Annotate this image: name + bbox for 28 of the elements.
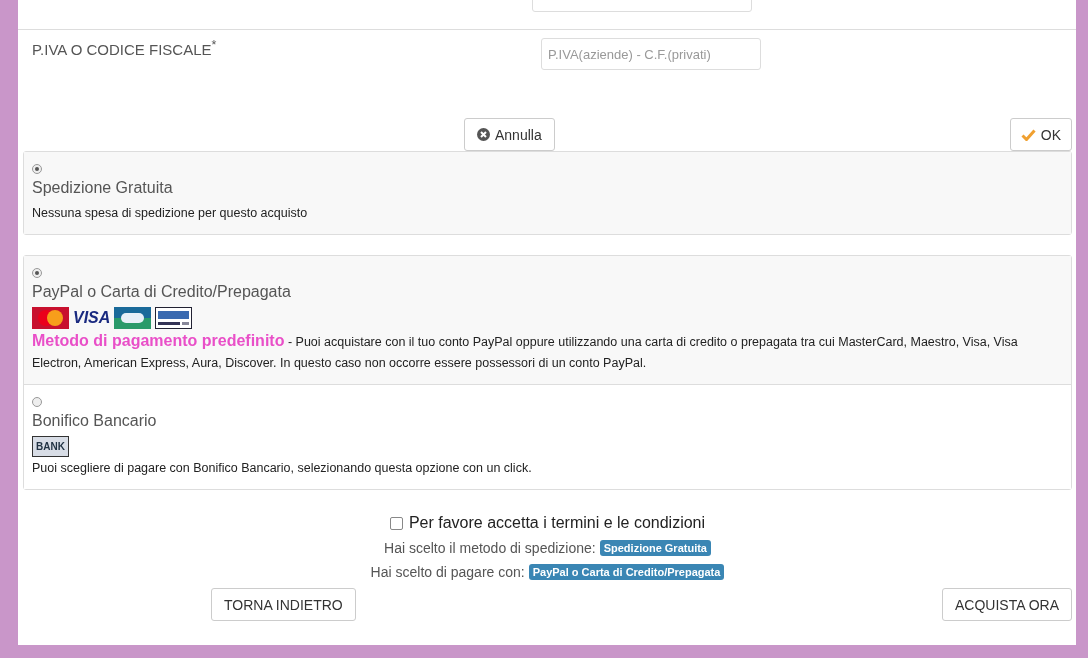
radio-button[interactable] <box>32 268 42 278</box>
back-button[interactable]: TORNA INDIETRO <box>211 588 356 621</box>
buy-button[interactable]: ACQUISTA ORA <box>942 588 1072 621</box>
option-title: Bonifico Bancario <box>32 412 158 430</box>
input-field[interactable]: P.IVA(aziende) - C.F.(privati) <box>541 38 761 70</box>
terms-label: Per favore accetta i termini e le condizioni <box>408 514 706 532</box>
visa-logo: VISA <box>73 309 110 327</box>
summary-label: Hai scelto il metodo di spedizione: <box>384 539 596 556</box>
cancel-button[interactable]: Annulla <box>464 118 555 151</box>
field-label: P.IVA O CODICE FISCALE$^{*}$ <box>31 38 218 58</box>
close-icon <box>477 128 490 141</box>
summary-label: Hai scelto di pagare con: <box>370 563 525 580</box>
option-title: Spedizione Gratuita <box>32 179 174 197</box>
paypal-icon <box>155 307 192 329</box>
option-description: Nessuna spesa di spedizione per questo acquisto <box>32 205 309 222</box>
option-title: PayPal o Carta di Credito/Prepagata <box>32 283 292 301</box>
checkbox[interactable] <box>389 516 403 530</box>
option-description: Puoi scegliere di pagare con Bonifico Bancario, selezionando questa opzione con un click. <box>32 460 533 477</box>
summary-badge: PayPal o Carta di Credito/Prepagata <box>528 563 725 580</box>
bank-logo: BANK <box>32 436 69 457</box>
summary-badge: Spedizione Gratuita <box>599 539 711 556</box>
card-icon <box>114 307 151 329</box>
radio-button[interactable] <box>32 397 42 407</box>
option-description: Metodo di pagamento predefinito - Puoi acquistare con il tuo conto PayPal oppure utilizzando una carta di credito o prepagata tra cui MasterCard, Maestro, Visa, Visa Electron, American Express, Aura, Discover. In questo caso non occorre essere possessori di un conto PayPal. <box>32 331 1019 372</box>
mastercard-icon <box>32 307 69 329</box>
check-icon <box>1020 128 1036 141</box>
ok-button[interactable]: OK <box>1009 118 1072 151</box>
radio-button[interactable] <box>32 164 42 174</box>
